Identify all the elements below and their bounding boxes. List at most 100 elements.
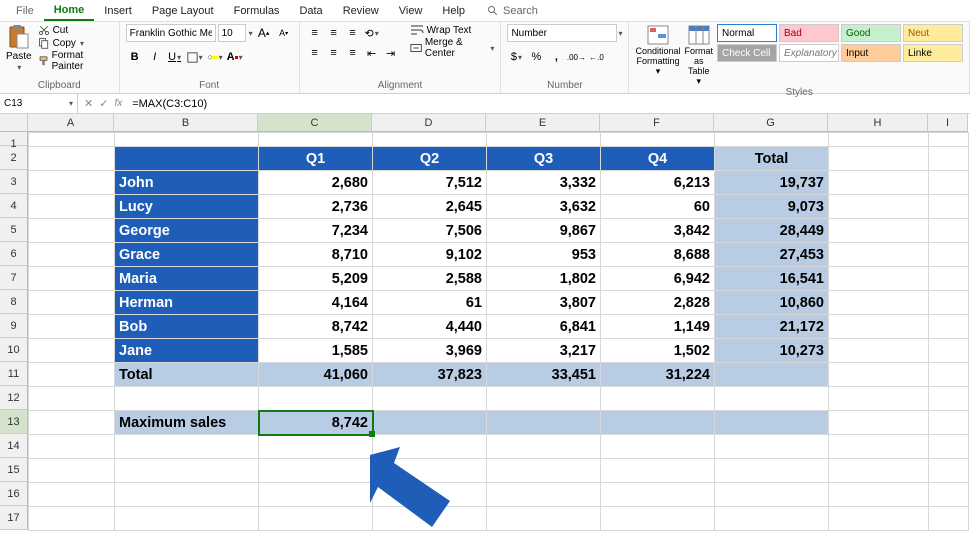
decrease-font-button[interactable]: A▾ [275,24,293,42]
tab-help[interactable]: Help [432,2,475,20]
increase-indent-button[interactable]: ⇥ [382,44,400,62]
cell-E4[interactable]: 3,632 [487,195,601,219]
font-size-select[interactable] [218,24,246,42]
row-header-15[interactable]: 15 [0,458,28,482]
number-format-select[interactable] [507,24,617,42]
cell-D4[interactable]: 2,645 [373,195,487,219]
row-header-11[interactable]: 11 [0,362,28,386]
style-neutral[interactable]: Neut [903,24,963,42]
cell-G4[interactable]: 9,073 [715,195,829,219]
cell-E11[interactable]: 33,451 [487,363,601,387]
cell-D10[interactable]: 3,969 [373,339,487,363]
cell-G2[interactable]: Total [715,147,829,171]
tab-data[interactable]: Data [289,2,332,20]
cell-C7[interactable]: 5,209 [259,267,373,291]
row-header-12[interactable]: 12 [0,386,28,410]
cell-E9[interactable]: 6,841 [487,315,601,339]
col-header-I[interactable]: I [928,114,968,132]
style-good[interactable]: Good [841,24,901,42]
cell-G8[interactable]: 10,860 [715,291,829,315]
align-middle-button[interactable]: ≡ [325,24,343,42]
cell-D13[interactable] [373,411,487,435]
style-linked[interactable]: Linke [903,44,963,62]
cell-F10[interactable]: 1,502 [601,339,715,363]
align-center-button[interactable]: ≡ [325,44,343,62]
row-header-16[interactable]: 16 [0,482,28,506]
name-box[interactable]: C13▾ [0,94,78,113]
search-box[interactable]: Search [487,5,538,17]
cell-B3[interactable]: John [115,171,259,195]
tab-view[interactable]: View [389,2,433,20]
col-header-F[interactable]: F [600,114,714,132]
accept-formula-button[interactable]: ✓ [99,97,108,110]
italic-button[interactable]: I [146,48,164,66]
format-painter-button[interactable]: Format Painter [38,50,113,72]
col-header-B[interactable]: B [114,114,258,132]
cell-E8[interactable]: 3,807 [487,291,601,315]
comma-button[interactable]: , [547,48,565,66]
style-bad[interactable]: Bad [779,24,839,42]
cell-B9[interactable]: Bob [115,315,259,339]
cell-F5[interactable]: 3,842 [601,219,715,243]
cell-C2[interactable]: Q1 [259,147,373,171]
cell-F7[interactable]: 6,942 [601,267,715,291]
align-top-button[interactable]: ≡ [306,24,324,42]
cell-F4[interactable]: 60 [601,195,715,219]
row-header-14[interactable]: 14 [0,434,28,458]
col-header-H[interactable]: H [828,114,928,132]
align-bottom-button[interactable]: ≡ [344,24,362,42]
paste-button[interactable]: Paste ▾ [6,24,32,72]
decrease-decimal-button[interactable]: ←.0 [587,48,605,66]
currency-button[interactable]: $▾ [507,48,525,66]
wrap-text-button[interactable]: Wrap Text [410,24,495,36]
increase-font-button[interactable]: A▴ [255,24,273,42]
cell-D2[interactable]: Q2 [373,147,487,171]
fill-color-button[interactable]: ▾ [206,48,224,66]
cell-E7[interactable]: 1,802 [487,267,601,291]
increase-decimal-button[interactable]: .00→ [567,48,585,66]
col-header-D[interactable]: D [372,114,486,132]
row-header-6[interactable]: 6 [0,242,28,266]
row-header-2[interactable]: 2 [0,146,28,170]
row-header-1[interactable]: 1 [0,132,28,146]
cell-B11[interactable]: Total [115,363,259,387]
cell-E5[interactable]: 9,867 [487,219,601,243]
cell-D5[interactable]: 7,506 [373,219,487,243]
cell-D8[interactable]: 61 [373,291,487,315]
cell-G13[interactable] [715,411,829,435]
col-header-E[interactable]: E [486,114,600,132]
cell-B7[interactable]: Maria [115,267,259,291]
decrease-indent-button[interactable]: ⇤ [363,44,381,62]
tab-formulas[interactable]: Formulas [224,2,290,20]
font-family-select[interactable] [126,24,216,42]
tab-home[interactable]: Home [44,1,95,21]
cells-grid[interactable]: Q1Q2Q3Q4Total John2,6807,5123,3326,21319… [28,132,969,531]
style-check-cell[interactable]: Check Cell [717,44,777,62]
cell-F8[interactable]: 2,828 [601,291,715,315]
conditional-formatting-button[interactable]: ConditionalFormatting ▾ [635,24,680,76]
merge-center-button[interactable]: Merge & Center▾ [410,37,495,59]
cell-E10[interactable]: 3,217 [487,339,601,363]
cell-F9[interactable]: 1,149 [601,315,715,339]
cell-C5[interactable]: 7,234 [259,219,373,243]
underline-button[interactable]: U▾ [166,48,184,66]
cell-B8[interactable]: Herman [115,291,259,315]
tab-file[interactable]: File [6,2,44,20]
cell-D6[interactable]: 9,102 [373,243,487,267]
cell-D3[interactable]: 7,512 [373,171,487,195]
cell-B4[interactable]: Lucy [115,195,259,219]
cell-B13[interactable]: Maximum sales [115,411,259,435]
row-header-17[interactable]: 17 [0,506,28,530]
tab-page-layout[interactable]: Page Layout [142,2,224,20]
style-normal[interactable]: Normal [717,24,777,42]
style-input[interactable]: Input [841,44,901,62]
row-header-8[interactable]: 8 [0,290,28,314]
bold-button[interactable]: B [126,48,144,66]
cancel-formula-button[interactable]: ✕ [84,97,93,110]
formula-input[interactable]: =MAX(C3:C10) [128,98,211,110]
style-explanatory[interactable]: Explanatory ... [779,44,839,62]
percent-button[interactable]: % [527,48,545,66]
cell-E3[interactable]: 3,332 [487,171,601,195]
row-header-10[interactable]: 10 [0,338,28,362]
cell-G5[interactable]: 28,449 [715,219,829,243]
